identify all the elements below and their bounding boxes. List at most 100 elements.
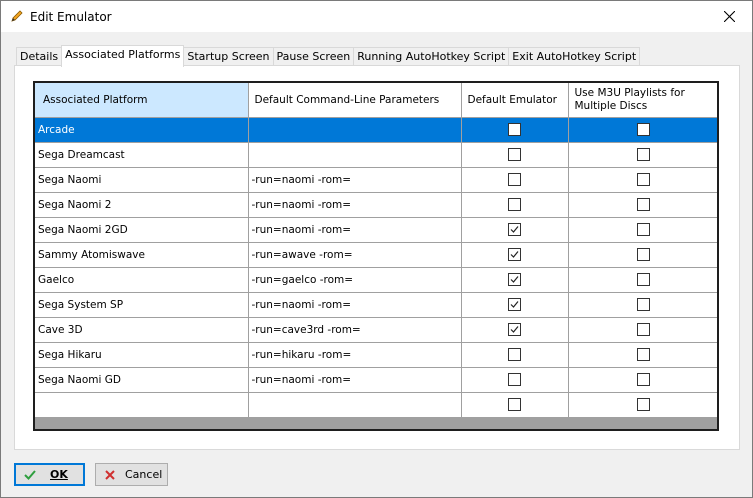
default-emulator-checkbox[interactable] [508,148,521,161]
column-header-params[interactable]: Default Command-Line Parameters [248,83,462,118]
default-emulator-checkbox[interactable] [508,348,521,361]
cancel-label: Cancel [125,468,163,481]
cell-platform[interactable]: Sega Naomi GD [35,367,249,393]
ok-button[interactable]: OK [14,463,85,486]
m3u-playlist-checkbox[interactable] [636,148,650,161]
cell-platform[interactable]: Cave 3D [35,317,249,343]
column-header-default[interactable]: Default Emulator [461,83,569,118]
table-row[interactable]: Sammy Atomiswave -run=awave -rom= [35,242,717,268]
cell-m3u [568,192,717,218]
cell-default [461,367,569,393]
default-emulator-checkbox[interactable] [508,323,521,336]
cell-platform[interactable]: Sammy Atomiswave [35,242,249,268]
cell-params[interactable]: -run=awave -rom= [248,242,462,268]
default-emulator-checkbox[interactable] [508,373,521,386]
cell-default [461,242,569,268]
cell-params[interactable]: -run=naomi -rom= [248,167,462,193]
cell-platform[interactable]: Sega Naomi 2 [35,192,249,218]
cell-default [461,342,569,368]
m3u-playlist-checkbox[interactable] [636,223,650,236]
cell-m3u [568,342,717,368]
cell-m3u [568,117,717,143]
default-emulator-checkbox[interactable] [508,298,521,311]
m3u-playlist-checkbox[interactable] [636,198,650,211]
m3u-playlist-checkbox[interactable] [636,398,650,411]
cell-default [461,142,569,168]
column-header-m3u[interactable]: Use M3U Playlists for Multiple Discs [568,83,717,118]
platforms-table: Associated Platform Default Command-Line… [35,83,717,418]
table-row[interactable]: Sega Hikaru -run=hikaru -rom= [35,342,717,368]
default-emulator-checkbox[interactable] [508,398,521,411]
pencil-icon [10,9,24,23]
grid-footer-bar [35,417,717,429]
cell-default [461,267,569,293]
cell-params[interactable]: -run=hikaru -rom= [248,342,462,368]
column-header-platform[interactable]: Associated Platform [35,83,249,118]
m3u-playlist-checkbox[interactable] [636,373,650,386]
edit-emulator-window: Edit Emulator Details Associated Platfor… [0,0,753,498]
cell-default [461,117,569,143]
m3u-playlist-checkbox[interactable] [636,123,650,136]
cell-m3u [568,317,717,343]
cell-params[interactable]: -run=gaelco -rom= [248,267,462,293]
cell-platform[interactable]: Sega Naomi [35,167,249,193]
cell-params[interactable] [248,392,462,418]
m3u-playlist-checkbox[interactable] [636,348,650,361]
tab-exit-autohotkey-script[interactable]: Exit AutoHotkey Script [508,47,641,66]
cell-platform[interactable] [35,392,249,418]
default-emulator-checkbox[interactable] [508,173,521,186]
ok-label: OK [50,468,68,481]
default-emulator-checkbox[interactable] [508,223,521,236]
table-row[interactable]: Sega System SP -run=naomi -rom= [35,292,717,318]
default-emulator-checkbox[interactable] [508,123,521,136]
default-emulator-checkbox[interactable] [508,248,521,261]
cell-platform[interactable]: Sega Hikaru [35,342,249,368]
cell-m3u [568,392,717,418]
cell-params[interactable]: -run=naomi -rom= [248,367,462,393]
tab-strip: Details Associated Platforms Startup Scr… [16,45,641,67]
close-button[interactable] [706,1,752,32]
cell-m3u [568,142,717,168]
cell-platform[interactable]: Gaelco [35,267,249,293]
title-bar: Edit Emulator [1,1,752,32]
table-row[interactable]: Sega Naomi 2 -run=naomi -rom= [35,192,717,218]
cell-params[interactable] [248,117,462,143]
cell-params[interactable]: -run=naomi -rom= [248,192,462,218]
cell-platform[interactable]: Sega System SP [35,292,249,318]
cell-default [461,192,569,218]
m3u-playlist-checkbox[interactable] [636,273,650,286]
default-emulator-checkbox[interactable] [508,198,521,211]
cell-params[interactable]: -run=naomi -rom= [248,292,462,318]
cell-m3u [568,217,717,243]
tab-running-autohotkey-script[interactable]: Running AutoHotkey Script [353,47,510,66]
cell-params[interactable]: -run=cave3rd -rom= [248,317,462,343]
tab-startup-screen[interactable]: Startup Screen [183,47,274,66]
cell-platform[interactable]: Arcade [35,117,249,143]
close-icon [723,11,735,22]
m3u-playlist-checkbox[interactable] [636,248,650,261]
tab-details[interactable]: Details [16,47,63,66]
cell-params[interactable]: -run=naomi -rom= [248,217,462,243]
m3u-playlist-checkbox[interactable] [636,323,650,336]
table-row[interactable]: Sega Naomi GD -run=naomi -rom= [35,367,717,393]
platforms-grid[interactable]: Associated Platform Default Command-Line… [33,81,719,431]
cell-m3u [568,367,717,393]
cell-default [461,217,569,243]
default-emulator-checkbox[interactable] [508,273,521,286]
m3u-playlist-checkbox[interactable] [636,173,650,186]
table-row[interactable]: Sega Naomi -run=naomi -rom= [35,167,717,193]
tab-associated-platforms[interactable]: Associated Platforms [61,45,185,67]
cell-platform[interactable]: Sega Dreamcast [35,142,249,168]
table-row[interactable]: Sega Dreamcast [35,142,717,168]
cancel-button[interactable]: Cancel [95,463,168,486]
table-row[interactable]: Sega Naomi 2GD -run=naomi -rom= [35,217,717,243]
table-row[interactable]: Arcade [35,117,717,143]
table-row[interactable]: Gaelco -run=gaelco -rom= [35,267,717,293]
m3u-playlist-checkbox[interactable] [636,298,650,311]
tab-panel: Associated Platform Default Command-Line… [14,65,740,450]
table-row[interactable] [35,392,717,418]
cell-params[interactable] [248,142,462,168]
tab-pause-screen[interactable]: Pause Screen [272,47,355,66]
table-row[interactable]: Cave 3D -run=cave3rd -rom= [35,317,717,343]
cell-platform[interactable]: Sega Naomi 2GD [35,217,249,243]
